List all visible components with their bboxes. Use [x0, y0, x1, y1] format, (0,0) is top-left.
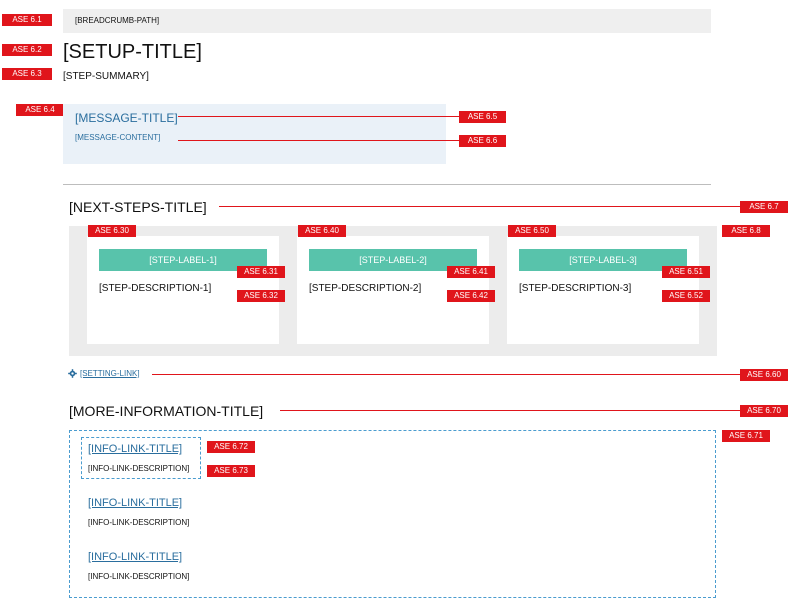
annotation-tag: ASE 6.50 — [508, 225, 556, 237]
annotation-tag: ASE 6.71 — [722, 430, 770, 442]
info-link-title-3[interactable]: [INFO-LINK-TITLE] — [88, 551, 182, 564]
annotation-tag: ASE 6.6 — [459, 135, 506, 147]
annotation-line — [280, 410, 741, 411]
annotation-line — [219, 206, 741, 207]
page-title: [SETUP-TITLE] — [63, 41, 202, 63]
info-link-title-2[interactable]: [INFO-LINK-TITLE] — [88, 497, 182, 510]
annotation-tag: ASE 6.3 — [2, 68, 52, 80]
annotation-tag: ASE 6.1 — [2, 14, 52, 26]
divider — [63, 184, 711, 185]
message-title: [MESSAGE-TITLE] — [75, 111, 178, 125]
info-link-description-3: [INFO-LINK-DESCRIPTION] — [88, 572, 190, 581]
step-description-2: [STEP-DESCRIPTION-2] — [309, 283, 422, 294]
info-link-description-1: [INFO-LINK-DESCRIPTION] — [88, 464, 190, 473]
annotation-line — [178, 140, 460, 141]
annotation-tag: ASE 6.72 — [207, 441, 255, 453]
annotation-line — [152, 374, 742, 375]
annotation-tag: ASE 6.2 — [2, 44, 52, 56]
info-link-title-1[interactable]: [INFO-LINK-TITLE] — [88, 443, 182, 456]
gear-icon[interactable] — [68, 369, 77, 378]
breadcrumb[interactable]: [BREADCRUMB-PATH] — [63, 9, 711, 33]
step-description-1: [STEP-DESCRIPTION-1] — [99, 283, 212, 294]
annotation-tag: ASE 6.70 — [740, 405, 788, 417]
annotation-tag: ASE 6.8 — [722, 225, 770, 237]
info-link-description-2: [INFO-LINK-DESCRIPTION] — [88, 518, 190, 527]
annotation-tag: ASE 6.52 — [662, 290, 710, 302]
annotation-tag: ASE 6.31 — [237, 266, 285, 278]
annotation-tag: ASE 6.60 — [740, 369, 788, 381]
annotation-tag: ASE 6.4 — [16, 104, 64, 116]
annotation-tag: ASE 6.51 — [662, 266, 710, 278]
message-content: [MESSAGE-CONTENT] — [75, 133, 161, 142]
step-description-3: [STEP-DESCRIPTION-3] — [519, 283, 632, 294]
more-information-title: [MORE-INFORMATION-TITLE] — [69, 403, 264, 419]
annotation-tag: ASE 6.5 — [459, 111, 506, 123]
annotation-line — [178, 116, 460, 117]
next-steps-title: [NEXT-STEPS-TITLE] — [69, 199, 207, 215]
annotation-tag: ASE 6.41 — [447, 266, 495, 278]
step-summary: [STEP-SUMMARY] — [63, 71, 149, 82]
annotation-tag: ASE 6.73 — [207, 465, 255, 477]
annotation-tag: ASE 6.7 — [740, 201, 788, 213]
setting-link[interactable]: [SETTING-LINK] — [80, 369, 140, 379]
annotation-tag: ASE 6.42 — [447, 290, 495, 302]
annotation-tag: ASE 6.40 — [298, 225, 346, 237]
annotation-tag: ASE 6.30 — [88, 225, 136, 237]
annotation-tag: ASE 6.32 — [237, 290, 285, 302]
